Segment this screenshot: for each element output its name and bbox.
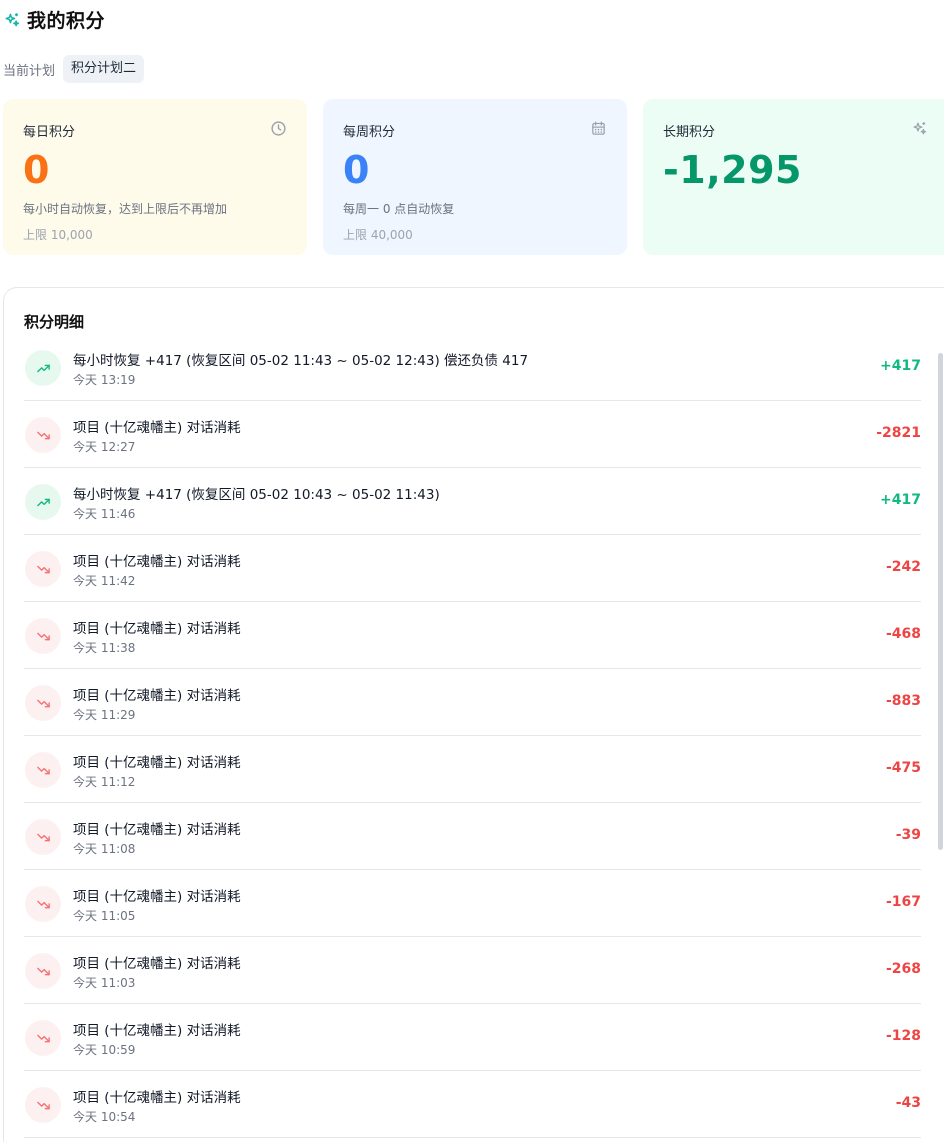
entry-amount: -128 (885, 1028, 921, 1044)
daily-points-card: 每日积分 0 每小时自动恢复，达到上限后不再增加 上限 10,000 (3, 99, 307, 255)
entry-amount: -167 (885, 894, 921, 910)
list-item: 项目 (十亿魂幡主) 对话消耗 今天 11:05 -167 (24, 870, 921, 937)
entry-amount: -43 (895, 1095, 921, 1111)
list-item: 项目 (十亿魂幡主) 对话消耗 今天 11:29 -883 (24, 669, 921, 736)
current-plan-label: 当前计划 (3, 63, 56, 79)
points-summary-cards: 每日积分 0 每小时自动恢复，达到上限后不再增加 上限 10,000 每周积分 … (3, 99, 944, 255)
sparkles-icon (911, 120, 928, 137)
list-item: 项目 (十亿魂幡主) 对话消耗 今天 11:42 -242 (24, 535, 921, 602)
entry-time: 今天 11:05 (73, 909, 136, 923)
list-item: 项目 (十亿魂幡主) 对话消耗 今天 10:59 -128 (24, 1004, 921, 1071)
entry-amount: -268 (885, 961, 921, 977)
trending-down-icon (25, 953, 61, 989)
trending-down-icon (25, 618, 61, 654)
daily-points-description: 每小时自动恢复，达到上限后不再增加 (23, 202, 228, 216)
long-term-points-value: -1,295 (663, 148, 802, 192)
trending-up-icon (25, 484, 61, 520)
entry-amount: -39 (895, 827, 921, 843)
entry-description: 项目 (十亿魂幡主) 对话消耗 (73, 621, 241, 637)
entry-description: 项目 (十亿魂幡主) 对话消耗 (73, 420, 241, 436)
entry-description: 项目 (十亿魂幡主) 对话消耗 (73, 889, 241, 905)
daily-points-limit: 上限 10,000 (23, 228, 93, 242)
entry-time: 今天 11:12 (73, 775, 136, 789)
entry-description: 项目 (十亿魂幡主) 对话消耗 (73, 822, 241, 838)
page-title: 我的积分 (27, 10, 106, 32)
entry-amount: +417 (880, 492, 921, 508)
list-item: 项目 (十亿魂幡主) 对话消耗 今天 11:08 -39 (24, 803, 921, 870)
entry-time: 今天 12:27 (73, 440, 136, 454)
entry-description: 项目 (十亿魂幡主) 对话消耗 (73, 1023, 241, 1039)
weekly-points-limit: 上限 40,000 (343, 228, 413, 242)
daily-points-value: 0 (23, 148, 50, 192)
points-detail-panel: 积分明细 每小时恢复 +417 (恢复区间 05-02 11:43 ~ 05-0… (3, 287, 944, 1142)
entry-time: 今天 11:42 (73, 574, 136, 588)
entry-time: 今天 11:38 (73, 641, 136, 655)
entry-amount: -883 (885, 693, 921, 709)
entry-time: 今天 10:59 (73, 1043, 136, 1057)
trending-down-icon (25, 685, 61, 721)
list-item: 项目 (十亿魂幡主) 对话消耗 今天 11:03 -268 (24, 937, 921, 1004)
clock-icon (270, 120, 287, 137)
calendar-icon (590, 120, 607, 137)
entry-description: 项目 (十亿魂幡主) 对话消耗 (73, 688, 241, 704)
daily-points-title: 每日积分 (23, 125, 76, 140)
entry-time: 今天 13:19 (73, 373, 136, 387)
entry-time: 今天 10:54 (73, 1110, 136, 1124)
trending-down-icon (25, 551, 61, 587)
weekly-points-title: 每周积分 (343, 125, 396, 140)
entry-description: 项目 (十亿魂幡主) 对话消耗 (73, 554, 241, 570)
trending-down-icon (25, 1020, 61, 1056)
points-page: 我的积分 当前计划 积分计划二 每日积分 0 每小时自动恢复，达到上限后不再增加… (0, 0, 944, 1142)
entry-amount: -242 (885, 559, 921, 575)
current-plan-badge: 积分计划二 (63, 55, 145, 83)
trending-down-icon (25, 886, 61, 922)
list-item: 项目 (十亿魂幡主) 对话消耗 今天 12:27 -2821 (24, 401, 921, 468)
entry-amount: +417 (880, 358, 921, 374)
entry-time: 今天 11:03 (73, 976, 136, 990)
entry-description: 每小时恢复 +417 (恢复区间 05-02 11:43 ~ 05-02 12:… (73, 353, 529, 369)
entry-time: 今天 11:29 (73, 708, 136, 722)
entry-time: 今天 11:08 (73, 842, 136, 856)
trending-up-icon (25, 350, 61, 386)
page-header: 我的积分 (3, 6, 105, 33)
weekly-points-value: 0 (343, 148, 370, 192)
list-item: 每小时恢复 +417 (恢复区间 05-02 11:43 ~ 05-02 12:… (24, 334, 921, 401)
trending-down-icon (25, 752, 61, 788)
trending-down-icon (25, 1087, 61, 1123)
entry-description: 每小时恢复 +417 (恢复区间 05-02 10:43 ~ 05-02 11:… (73, 487, 440, 503)
points-detail-title: 积分明细 (24, 313, 85, 331)
entry-amount: -2821 (876, 425, 921, 441)
entry-description: 项目 (十亿魂幡主) 对话消耗 (73, 755, 241, 771)
entry-description: 项目 (十亿魂幡主) 对话消耗 (73, 1090, 241, 1106)
list-item: 项目 (十亿魂幡主) 对话消耗 今天 10:54 -43 (24, 1071, 921, 1138)
list-item: 每小时恢复 +417 (恢复区间 05-02 10:43 ~ 05-02 11:… (24, 468, 921, 535)
entry-amount: -468 (885, 626, 921, 642)
list-item: 项目 (十亿魂幡主) 对话消耗 今天 11:38 -468 (24, 602, 921, 669)
long-term-points-title: 长期积分 (663, 125, 716, 140)
points-detail-list: 每小时恢复 +417 (恢复区间 05-02 11:43 ~ 05-02 12:… (24, 334, 921, 1138)
entry-amount: -475 (885, 760, 921, 776)
weekly-points-card: 每周积分 0 每周一 0 点自动恢复 上限 40,000 (323, 99, 627, 255)
trending-down-icon (25, 417, 61, 453)
weekly-points-description: 每周一 0 点自动恢复 (343, 202, 455, 216)
long-term-points-card: 长期积分 -1,295 (643, 99, 944, 255)
list-item: 项目 (十亿魂幡主) 对话消耗 今天 11:12 -475 (24, 736, 921, 803)
entry-time: 今天 11:46 (73, 507, 136, 521)
trending-down-icon (25, 819, 61, 855)
sparkles-icon (3, 11, 21, 29)
entry-description: 项目 (十亿魂幡主) 对话消耗 (73, 956, 241, 972)
current-plan: 当前计划 积分计划二 (3, 55, 145, 83)
list-scrollbar[interactable] (938, 353, 943, 850)
